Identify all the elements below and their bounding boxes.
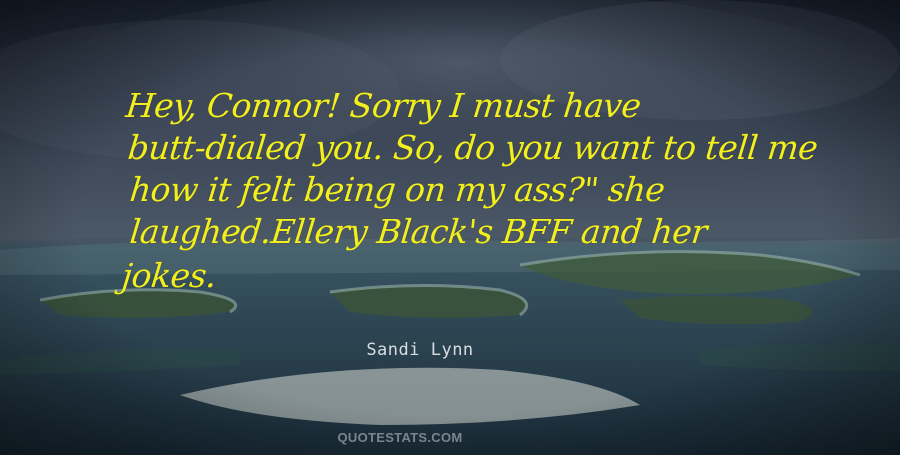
quote-line: jokes.: [120, 256, 219, 295]
quote-line: laughed.Ellery Black's BFF and her: [128, 212, 709, 251]
quote-text: Hey, Connor! Sorry I must have butt-dial…: [0, 0, 900, 455]
quote-line: butt-dialed you. So, do you want to tell…: [126, 128, 820, 167]
quote-line: how it felt being on my ass?" she: [128, 170, 667, 209]
site-watermark: QUOTESTATS.COM: [337, 430, 463, 445]
quote-author: Sandi Lynn: [366, 340, 474, 360]
quote-line: Hey, Connor! Sorry I must have: [124, 86, 643, 125]
